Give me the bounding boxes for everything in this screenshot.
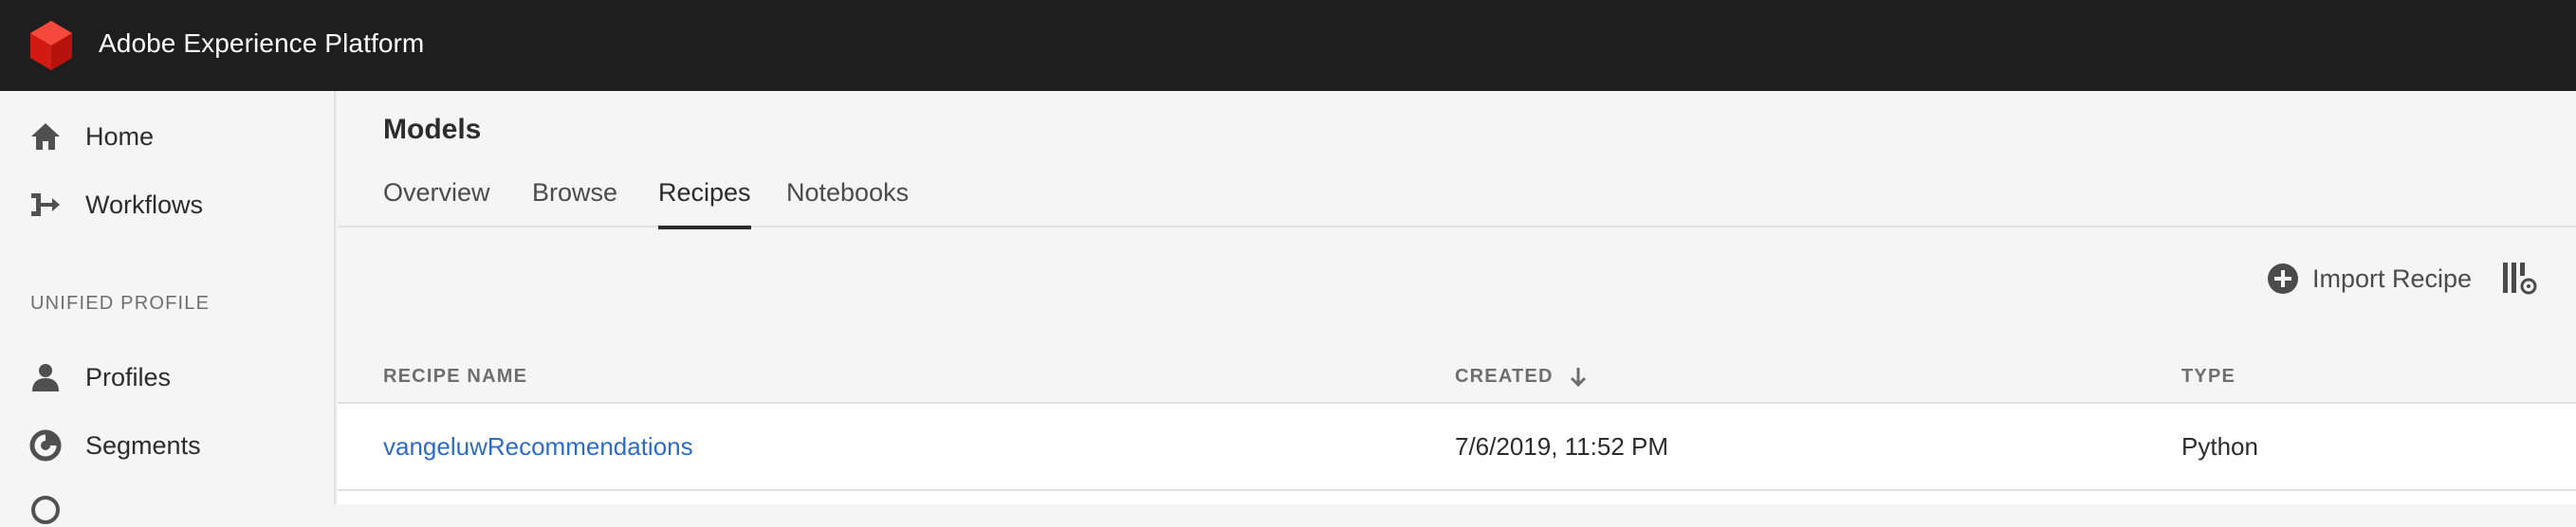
home-icon bbox=[31, 123, 60, 150]
column-header-label: CREATED bbox=[1455, 366, 1554, 387]
top-bar: Adobe Experience Platform bbox=[0, 0, 2576, 91]
tab-overview[interactable]: Overview bbox=[383, 178, 490, 227]
partial-nav-icon bbox=[31, 496, 60, 524]
table-body: vangeluwRecommendations 7/6/2019, 11:52 … bbox=[338, 404, 2576, 504]
arrow-down-icon[interactable] bbox=[1569, 367, 1588, 388]
sidebar-item-profiles[interactable]: Profiles bbox=[0, 347, 336, 408]
sidebar-item-label: Segments bbox=[85, 430, 201, 460]
main-content: Models Overview Browse Recipes Notebooks… bbox=[338, 91, 2576, 504]
sidebar-item-home[interactable]: Home bbox=[0, 106, 336, 167]
app-title: Adobe Experience Platform bbox=[99, 28, 425, 58]
tab-notebooks[interactable]: Notebooks bbox=[786, 178, 909, 227]
import-recipe-label: Import Recipe bbox=[2312, 264, 2473, 293]
column-header-recipe-name[interactable]: RECIPE NAME bbox=[383, 366, 527, 388]
sidebar-item-label: Profiles bbox=[85, 362, 172, 391]
column-settings-icon bbox=[2503, 263, 2537, 295]
segments-icon bbox=[29, 429, 62, 462]
user-icon bbox=[32, 364, 59, 391]
adobe-logo-icon[interactable] bbox=[28, 21, 74, 70]
sidebar: Home Workflows UNIFIED PROFILE Profiles … bbox=[0, 91, 336, 524]
column-header-created[interactable]: CREATED bbox=[1455, 366, 1588, 388]
page-title: Models bbox=[383, 114, 482, 145]
type-cell: Python bbox=[2181, 432, 2258, 461]
import-recipe-button[interactable]: Import Recipe bbox=[2267, 260, 2472, 298]
created-cell: 7/6/2019, 11:52 PM bbox=[1455, 432, 1669, 461]
recipe-name-link[interactable]: vangeluwRecommendations bbox=[383, 432, 693, 462]
sidebar-item-label: Home bbox=[85, 121, 155, 151]
tab-bar: Overview Browse Recipes Notebooks bbox=[338, 178, 2576, 229]
workflows-icon bbox=[31, 193, 60, 216]
sidebar-item-segments[interactable]: Segments bbox=[0, 415, 336, 476]
table-header: RECIPE NAME CREATED TYPE bbox=[338, 347, 2576, 404]
add-circle-icon bbox=[2268, 264, 2298, 294]
column-settings-button[interactable] bbox=[2500, 260, 2538, 298]
sidebar-item-workflows[interactable]: Workflows bbox=[0, 174, 336, 235]
section-label: UNIFIED PROFILE bbox=[30, 293, 211, 314]
column-header-type[interactable]: TYPE bbox=[2181, 366, 2236, 388]
table-row[interactable]: vangeluwRecommendations 7/6/2019, 11:52 … bbox=[338, 404, 2576, 491]
tab-browse[interactable]: Browse bbox=[532, 178, 617, 227]
tab-recipes[interactable]: Recipes bbox=[658, 178, 751, 229]
sidebar-item-label: Workflows bbox=[85, 190, 204, 219]
